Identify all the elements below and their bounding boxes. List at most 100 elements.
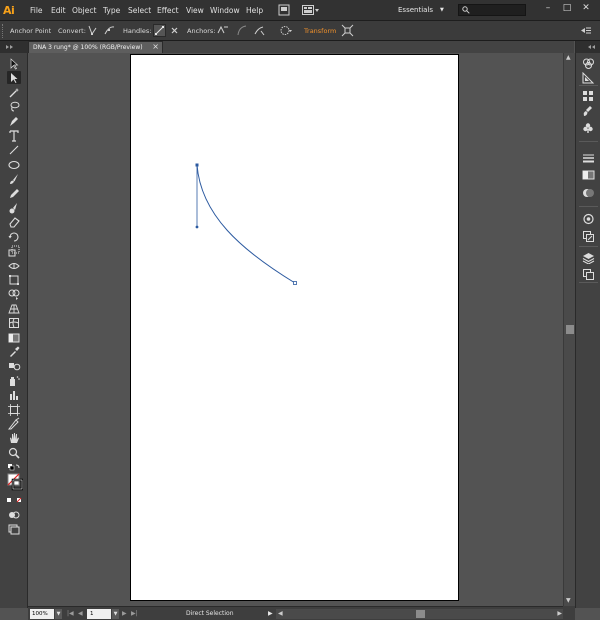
gradient-panel-icon[interactable] <box>582 169 595 181</box>
eyedropper-tool-icon[interactable] <box>7 345 21 358</box>
remove-anchor-icon[interactable] <box>216 24 229 37</box>
cut-path-icon[interactable] <box>253 24 266 37</box>
layers-panel-icon[interactable] <box>582 252 595 265</box>
zoom-level-field[interactable]: 100% <box>30 609 54 619</box>
hand-tool-icon[interactable] <box>7 431 21 444</box>
artboard[interactable] <box>130 54 459 601</box>
selected-path-layer[interactable] <box>131 55 460 602</box>
hide-handles-icon[interactable] <box>168 24 181 37</box>
direct-selection-tool-icon[interactable] <box>7 71 21 85</box>
previous-artboard-icon[interactable]: ◀ <box>78 609 83 619</box>
panel-dock-header[interactable] <box>576 41 600 53</box>
scroll-right-icon[interactable]: ▶ <box>557 609 562 619</box>
scroll-up-icon[interactable]: ▲ <box>566 55 571 61</box>
direction-handle-point[interactable] <box>195 225 199 229</box>
control-panel-menu-icon[interactable] <box>579 24 592 37</box>
lasso-tool-icon[interactable] <box>7 100 21 113</box>
zoom-dropdown-icon[interactable]: ▼ <box>55 609 62 619</box>
artboard-dropdown-icon[interactable]: ▼ <box>112 609 119 619</box>
eraser-tool-icon[interactable] <box>7 215 21 228</box>
tools-panel-header[interactable] <box>0 41 28 53</box>
zoom-tool-icon[interactable] <box>7 446 21 459</box>
graphic-styles-panel-icon[interactable] <box>582 230 595 242</box>
bridge-icon[interactable] <box>278 4 290 16</box>
stroke-panel-icon[interactable] <box>582 152 595 164</box>
control-bar-grip[interactable] <box>2 24 5 38</box>
rotate-tool-icon[interactable] <box>7 230 21 243</box>
show-handles-icon[interactable] <box>153 24 166 37</box>
magic-wand-tool-icon[interactable] <box>7 86 21 99</box>
pencil-tool-icon[interactable] <box>7 187 21 200</box>
menu-window[interactable]: Window <box>210 5 240 16</box>
blend-tool-icon[interactable] <box>7 359 21 372</box>
convert-to-corner-icon[interactable] <box>86 24 99 37</box>
close-icon[interactable]: ✕ <box>580 2 592 14</box>
fill-stroke-swatch-icon[interactable] <box>7 473 23 493</box>
artboards-panel-icon[interactable] <box>582 268 595 280</box>
blob-brush-tool-icon[interactable] <box>7 201 21 214</box>
menu-help[interactable]: Help <box>246 5 263 16</box>
connect-anchors-icon[interactable] <box>236 24 249 37</box>
menu-edit[interactable]: Edit <box>51 5 66 16</box>
scroll-down-icon[interactable]: ▼ <box>566 598 571 604</box>
ellipse-tool-icon[interactable] <box>7 158 21 171</box>
paintbrush-tool-icon[interactable] <box>7 172 21 185</box>
vertical-scrollbar[interactable]: ▲ ▼ <box>563 53 575 606</box>
next-artboard-icon[interactable]: ▶ <box>122 609 127 619</box>
status-menu-icon[interactable]: ▶ <box>268 609 273 619</box>
swatches-panel-icon[interactable] <box>582 90 595 102</box>
align-to-icon[interactable] <box>341 24 354 37</box>
bezier-path[interactable] <box>196 164 296 284</box>
first-artboard-icon[interactable]: |◀ <box>67 609 74 619</box>
menu-file[interactable]: File <box>30 5 43 16</box>
scroll-left-icon[interactable]: ◀ <box>278 609 283 619</box>
transparency-panel-icon[interactable] <box>582 187 595 199</box>
perspective-grid-tool-icon[interactable] <box>7 302 21 315</box>
menu-type[interactable]: Type <box>103 5 120 16</box>
column-graph-tool-icon[interactable] <box>7 388 21 401</box>
close-tab-icon[interactable]: × <box>152 42 159 52</box>
symbols-panel-icon[interactable] <box>582 122 595 134</box>
workspace-switcher[interactable]: Essentials ▼ <box>398 4 448 17</box>
minimize-icon[interactable]: – <box>542 2 554 14</box>
scale-tool-icon[interactable] <box>7 244 21 257</box>
anchor-point-end[interactable] <box>293 281 297 285</box>
horizontal-scroll-thumb[interactable] <box>416 610 425 618</box>
brushes-panel-icon[interactable] <box>582 105 595 117</box>
appearance-panel-icon[interactable] <box>582 213 595 225</box>
type-tool-icon[interactable] <box>7 129 21 142</box>
color-guide-panel-icon[interactable] <box>582 71 595 84</box>
arrange-documents-icon[interactable] <box>302 4 320 16</box>
status-tool-text[interactable]: Direct Selection <box>186 609 234 619</box>
screen-mode-icon[interactable] <box>7 523 21 536</box>
isolate-group-icon[interactable] <box>279 24 292 37</box>
search-input[interactable] <box>458 4 526 16</box>
color-mode-buttons-icon[interactable] <box>7 496 22 509</box>
free-transform-tool-icon[interactable] <box>7 273 21 286</box>
vertical-scroll-thumb[interactable] <box>566 325 574 334</box>
width-tool-icon[interactable] <box>7 259 21 272</box>
menu-select[interactable]: Select <box>128 5 151 16</box>
mesh-tool-icon[interactable] <box>7 316 21 329</box>
pen-tool-icon[interactable] <box>7 115 21 128</box>
menu-object[interactable]: Object <box>72 5 96 16</box>
transform-link[interactable]: Transform <box>304 27 336 36</box>
artboard-number-field[interactable]: 1 <box>87 609 111 619</box>
document-tab[interactable]: DNA 3 rung* @ 100% (RGB/Preview) × <box>28 41 163 53</box>
canvas-area[interactable] <box>28 53 563 606</box>
symbol-sprayer-tool-icon[interactable] <box>7 374 21 387</box>
menu-effect[interactable]: Effect <box>157 5 179 16</box>
maximize-icon[interactable]: □ <box>561 2 573 14</box>
drawing-mode-icon[interactable] <box>7 509 21 522</box>
selection-tool-icon[interactable] <box>7 57 21 70</box>
menu-view[interactable]: View <box>186 5 204 16</box>
anchor-point-start[interactable] <box>195 163 199 167</box>
horizontal-scrollbar[interactable]: ◀ ▶ <box>276 609 564 619</box>
color-panel-icon[interactable] <box>582 57 595 69</box>
slice-tool-icon[interactable] <box>7 417 21 430</box>
gradient-tool-icon[interactable] <box>7 331 21 344</box>
artboard-tool-icon[interactable] <box>7 403 21 416</box>
line-segment-tool-icon[interactable] <box>7 143 21 156</box>
shape-builder-tool-icon[interactable] <box>7 287 21 301</box>
convert-to-smooth-icon[interactable] <box>103 24 116 37</box>
